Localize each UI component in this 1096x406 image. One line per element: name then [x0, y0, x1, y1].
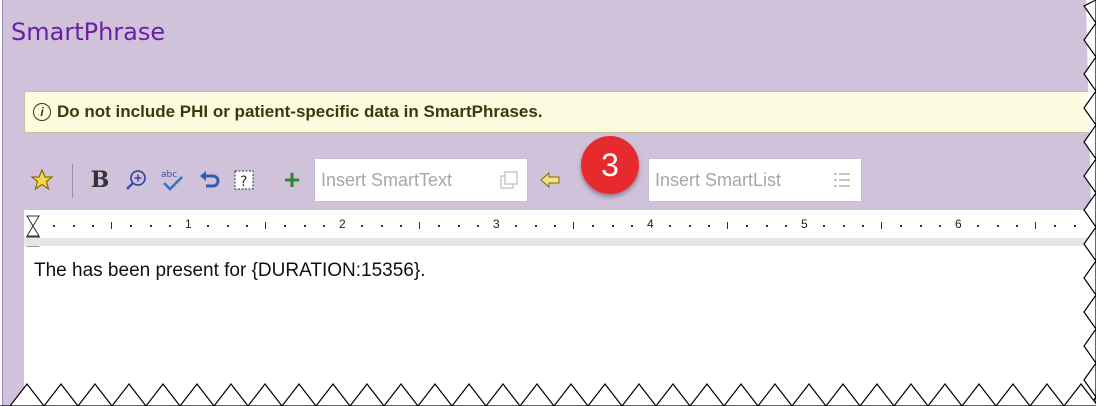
torn-edge-decoration — [0, 0, 1096, 406]
